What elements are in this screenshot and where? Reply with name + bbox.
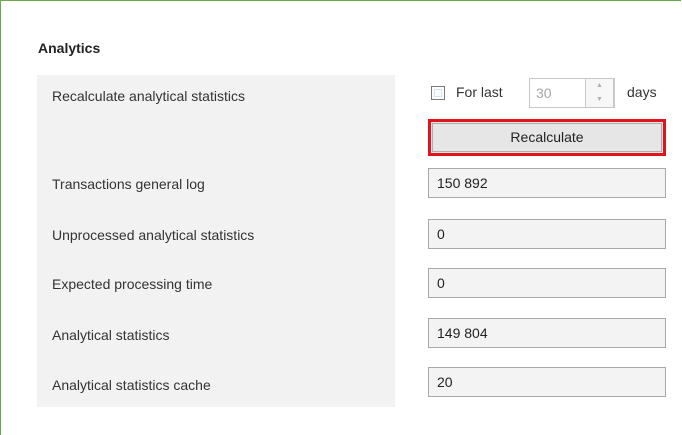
expected-processing-time-label: Expected processing time: [52, 276, 213, 292]
for-last-label: For last: [456, 84, 503, 100]
recalculate-button[interactable]: Recalculate: [428, 119, 666, 156]
chevron-up-icon[interactable]: ▲: [586, 79, 613, 93]
chevron-down-icon[interactable]: ▼: [586, 93, 613, 107]
days-stepper-buttons[interactable]: ▲ ▼: [585, 78, 614, 108]
days-stepper[interactable]: 30 ▲ ▼: [529, 78, 615, 108]
for-last-checkbox[interactable]: [431, 86, 445, 100]
analytical-statistics-cache-field[interactable]: 20: [428, 367, 666, 397]
days-label: days: [627, 84, 657, 100]
transactions-general-log-field[interactable]: 150 892: [428, 168, 666, 198]
analytical-statistics-field[interactable]: 149 804: [428, 318, 666, 348]
recalculate-button-label: Recalculate: [432, 123, 662, 152]
unprocessed-analytical-statistics-field[interactable]: 0: [428, 219, 666, 249]
recalculate-statistics-label: Recalculate analytical statistics: [52, 88, 245, 104]
expected-processing-time-field[interactable]: 0: [428, 268, 666, 298]
section-title: Analytics: [38, 40, 101, 56]
analytical-statistics-label: Analytical statistics: [52, 327, 170, 343]
transactions-general-log-label: Transactions general log: [52, 176, 205, 192]
days-stepper-value[interactable]: 30: [536, 79, 552, 107]
analytical-statistics-cache-label: Analytical statistics cache: [52, 377, 211, 393]
unprocessed-analytical-statistics-label: Unprocessed analytical statistics: [52, 227, 255, 243]
